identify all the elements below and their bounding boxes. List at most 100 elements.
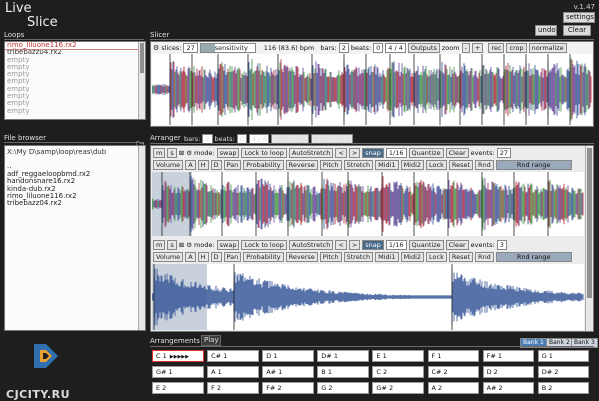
arrangement-pad[interactable]: E 1 [372,350,424,362]
zoom-out-button[interactable]: - [461,43,470,53]
track1-param-probability-button[interactable]: Probability [243,160,284,170]
track2-snap-button[interactable]: snap [362,240,384,250]
track2-param-a-button[interactable]: A [185,252,196,262]
track2-clear-button[interactable]: Clear [445,240,469,250]
track1-quantize-button[interactable]: Quantize [408,148,444,158]
clear-all-button[interactable]: Clear [563,25,591,36]
play-button[interactable]: Play [201,335,221,346]
arrangement-pad[interactable]: C# 1 [207,350,259,362]
track2-mode-select[interactable]: swap [216,240,240,250]
outputs-button[interactable]: Outputs [407,43,440,53]
track2-param-lock-button[interactable]: Lock [426,252,447,262]
loops-list[interactable]: rimo_liluone116.rx2 tribebazz04.rx2 empty e… [4,41,146,120]
track1-param-d-button[interactable]: D [210,160,222,170]
track1-snap-button[interactable]: snap [362,148,384,158]
track2-param-probability-button[interactable]: Probability [243,252,284,262]
track2-events-field[interactable]: 3 [496,240,507,250]
track1-settings-icon[interactable]: ⚙ [186,149,192,157]
arrangement-pad[interactable]: B 1 [317,366,369,378]
track2-param-volume-button[interactable]: Volume [153,252,184,262]
track1-mode-select[interactable]: swap [216,148,240,158]
arrangement-pad[interactable]: A# 2 [482,382,535,394]
track1-prev-button[interactable]: < [335,148,347,158]
track1-param-reset-button[interactable]: Reset [448,160,474,170]
arrangement-pad[interactable]: F# 1 [482,350,535,362]
track2-param-reverse-button[interactable]: Reverse [285,252,318,262]
track1-param-pan-button[interactable]: Pan [223,160,242,170]
loops-scrollbar[interactable] [138,42,145,119]
normalize-button[interactable]: normalize [528,43,567,53]
slicer-waveform[interactable] [152,54,592,125]
arrangement-pad[interactable]: A 1 [207,366,259,378]
folder-icon[interactable] [135,133,145,149]
track1-next-button[interactable]: > [348,148,361,158]
track1-lock-to-loop-button[interactable]: Lock to loop [241,148,287,158]
arranger-scrollbar[interactable] [585,146,593,331]
zoom-in-button[interactable]: + [471,43,484,53]
track1-param-lock-button[interactable]: Lock [426,160,447,170]
arrangement-pad[interactable]: G# 1 [152,366,204,378]
arrangement-pad[interactable]: E 2 [152,382,204,394]
track1-param-rnd-button[interactable]: Rnd [475,160,494,170]
file-browser-scrollbar[interactable] [138,146,145,330]
sensitivity-slider[interactable]: sensitivity [199,43,256,53]
track1-close-icon[interactable]: ⊠ [179,149,184,157]
arrangement-pad[interactable]: C# 2 [427,366,479,378]
track1-waveform[interactable] [152,172,584,236]
track2-param-stretch-button[interactable]: Stretch [343,252,374,262]
track2-autostretch-button[interactable]: AutoStretch [288,240,334,250]
track2-param-rnd-button[interactable]: Rnd [475,252,494,262]
arrangement-pad[interactable]: D 2 [482,366,535,378]
track2-param-h-button[interactable]: H [197,252,209,262]
track1-param-volume-button[interactable]: Volume [153,160,184,170]
rec-button[interactable]: rec [488,43,505,53]
track1-param-h-button[interactable]: H [197,160,209,170]
arrangement-pad[interactable]: F# 2 [262,382,314,394]
slicer-settings-icon[interactable]: ⚙ [153,44,159,52]
track2-settings-icon[interactable]: ⚙ [186,241,192,249]
undo-button[interactable]: undo [535,25,557,36]
slices-field[interactable]: 27 [183,43,198,53]
track1-clear-button[interactable]: Clear [445,148,469,158]
track2-next-button[interactable]: > [348,240,361,250]
arrangement-pad[interactable]: G 2 [317,382,369,394]
track1-param-reverse-button[interactable]: Reverse [285,160,318,170]
arrangement-pad[interactable]: B 2 [537,382,590,394]
track2-param-midi2-button[interactable]: Midi2 [400,252,425,262]
track2-solo-button[interactable]: s [167,240,177,250]
track1-param-pitch-button[interactable]: Pitch [319,160,342,170]
track2-param-pan-button[interactable]: Pan [223,252,242,262]
arrangement-pad[interactable]: D 1 [262,350,314,362]
arrangement-pad[interactable]: G# 2 [372,382,424,394]
arrangement-pad[interactable]: F 2 [207,382,259,394]
track2-close-icon[interactable]: ⊠ [179,241,184,249]
arrangement-pad[interactable]: D# 2 [537,366,590,378]
arranger-scroll-thumb[interactable] [587,148,592,298]
track2-param-reset-button[interactable]: Reset [448,252,474,262]
track2-param-midi1-button[interactable]: Midi1 [375,252,399,262]
track1-param-midi1-button[interactable]: Midi1 [375,160,399,170]
track2-param-pitch-button[interactable]: Pitch [319,252,342,262]
slicer-bars-field[interactable]: 2 [338,43,349,53]
track1-param-midi2-button[interactable]: Midi2 [400,160,425,170]
track1-solo-button[interactable]: s [167,148,177,158]
arrangement-pad[interactable]: A# 1 [262,366,314,378]
arrangement-pad[interactable]: C 1 ▶▶▶▶▶ [152,350,204,362]
track2-mute-button[interactable]: m [153,240,166,250]
track2-division-field[interactable]: 1/16 [385,240,407,250]
track2-rnd-range-slider[interactable]: Rnd range [495,252,572,262]
track2-lock-to-loop-button[interactable]: Lock to loop [241,240,287,250]
loops-scroll-thumb[interactable] [140,43,144,73]
arrangement-pad[interactable]: C 2 [372,366,424,378]
track1-param-a-button[interactable]: A [185,160,196,170]
file-browser-list[interactable]: X:\My D\samp\loop\reas\dub .. adf_reggael… [4,145,146,331]
slicer-signature-field[interactable]: 4 / 4 [385,43,406,53]
file-browser-item[interactable]: tribebazz04.rx2 [5,200,145,208]
loop-item[interactable]: empty [5,107,138,115]
slicer-beats-field[interactable]: 0 [373,43,384,53]
track1-division-field[interactable]: 1/16 [385,148,407,158]
track1-mute-button[interactable]: m [153,148,166,158]
track1-autostretch-button[interactable]: AutoStretch [288,148,334,158]
arrangement-pad[interactable]: G 1 [537,350,590,362]
crop-button[interactable]: crop [506,43,527,53]
